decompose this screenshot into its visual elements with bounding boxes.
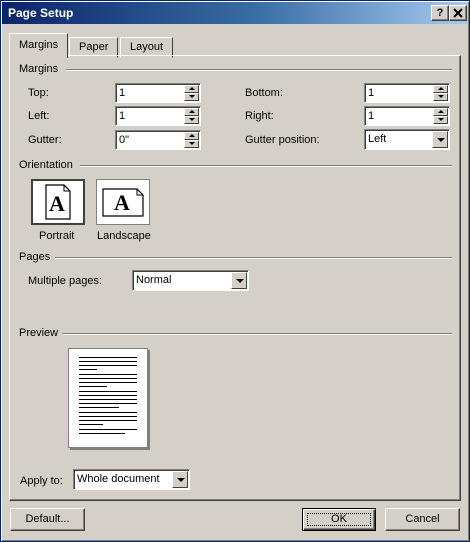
left-margin-value: 1 bbox=[119, 110, 126, 122]
preview-text-line bbox=[79, 407, 119, 408]
preview-text-line bbox=[79, 429, 137, 430]
preview-text-line bbox=[79, 433, 125, 434]
portrait-glyph: A bbox=[49, 191, 65, 216]
dialog-title: Page Setup bbox=[8, 6, 74, 20]
default-button[interactable]: Default... bbox=[10, 508, 85, 531]
pages-group-label: Pages bbox=[19, 251, 51, 263]
tab-margins[interactable]: Margins bbox=[9, 33, 69, 58]
multiple-pages-select[interactable]: Normal bbox=[132, 270, 249, 291]
spin-up-icon[interactable] bbox=[184, 108, 199, 116]
gutter-spinner[interactable]: 0" bbox=[115, 130, 201, 150]
margins-group-divider bbox=[66, 69, 452, 71]
close-button[interactable] bbox=[449, 5, 467, 21]
pages-group-divider bbox=[55, 257, 452, 259]
preview-group-label: Preview bbox=[19, 327, 59, 339]
top-margin-value: 1 bbox=[119, 87, 126, 99]
right-margin-spinner[interactable]: 1 bbox=[364, 106, 450, 126]
chevron-down-icon[interactable] bbox=[432, 131, 448, 148]
preview-text-line bbox=[79, 391, 137, 392]
multiple-pages-label: Multiple pages: bbox=[28, 275, 102, 287]
help-button[interactable]: ? bbox=[431, 5, 449, 21]
preview-text-line bbox=[79, 420, 137, 421]
preview-group-divider bbox=[62, 333, 452, 335]
preview-text-line bbox=[79, 412, 137, 413]
cancel-button[interactable]: Cancel bbox=[385, 508, 460, 531]
margins-group-label: Margins bbox=[19, 63, 59, 75]
top-margin-spinner[interactable]: 1 bbox=[115, 83, 201, 103]
preview-text-line bbox=[79, 382, 137, 383]
chevron-down-icon[interactable] bbox=[231, 272, 247, 289]
top-label: Top: bbox=[28, 87, 49, 99]
bottom-label: Bottom: bbox=[245, 87, 283, 99]
spin-up-icon[interactable] bbox=[433, 85, 448, 93]
preview-text-line bbox=[79, 424, 103, 425]
page-setup-dialog: Page Setup ? Margins Paper Layout Margin… bbox=[0, 0, 470, 542]
portrait-label: Portrait bbox=[39, 230, 75, 242]
preview-text-line bbox=[79, 403, 137, 404]
bottom-margin-value: 1 bbox=[368, 87, 375, 99]
preview-text-line bbox=[79, 365, 137, 366]
spin-up-icon[interactable] bbox=[184, 85, 199, 93]
tab-margins-label: Margins bbox=[19, 39, 59, 51]
spin-down-icon[interactable] bbox=[433, 116, 448, 124]
preview-text-line bbox=[79, 386, 107, 387]
preview-text-line bbox=[79, 395, 137, 396]
preview-text-line bbox=[79, 399, 137, 400]
tab-layout-label: Layout bbox=[130, 41, 164, 53]
gutter-position-value: Left bbox=[368, 133, 387, 145]
close-icon bbox=[453, 8, 463, 18]
spin-up-icon[interactable] bbox=[184, 132, 199, 140]
apply-to-label: Apply to: bbox=[20, 475, 63, 487]
multiple-pages-value: Normal bbox=[136, 274, 172, 286]
gutter-position-select[interactable]: Left bbox=[364, 129, 450, 150]
chevron-down-icon[interactable] bbox=[172, 471, 188, 488]
preview-text-line bbox=[79, 378, 137, 379]
tab-paper-label: Paper bbox=[79, 41, 109, 53]
bottom-margin-spinner[interactable]: 1 bbox=[364, 83, 450, 103]
preview-text-line bbox=[79, 416, 137, 417]
left-margin-spinner[interactable]: 1 bbox=[115, 106, 201, 126]
margins-tab-panel: Margins Top: 1 Bottom: 1 Left: 1 Right: … bbox=[9, 55, 461, 501]
preview-page bbox=[68, 348, 148, 448]
gutter-position-label: Gutter position: bbox=[245, 134, 320, 146]
spin-down-icon[interactable] bbox=[184, 116, 199, 124]
preview-text-line bbox=[79, 369, 97, 370]
spin-down-icon[interactable] bbox=[184, 140, 199, 148]
right-margin-value: 1 bbox=[368, 110, 375, 122]
gutter-label: Gutter: bbox=[28, 134, 62, 146]
ok-button[interactable]: OK bbox=[302, 508, 376, 531]
left-label: Left: bbox=[28, 110, 50, 122]
spin-down-icon[interactable] bbox=[184, 93, 199, 101]
orientation-group-label: Orientation bbox=[19, 159, 73, 171]
preview-text-line bbox=[79, 374, 137, 375]
landscape-label: Landscape bbox=[97, 230, 151, 242]
focus-rectangle bbox=[307, 513, 371, 526]
portrait-button[interactable]: A bbox=[31, 179, 85, 225]
gutter-value: 0" bbox=[119, 134, 130, 146]
spin-down-icon[interactable] bbox=[433, 93, 448, 101]
tab-strip: Margins Paper Layout bbox=[9, 33, 459, 58]
preview-text-line bbox=[79, 357, 137, 358]
preview-text-line bbox=[79, 361, 137, 362]
spin-up-icon[interactable] bbox=[433, 108, 448, 116]
landscape-glyph: A bbox=[114, 190, 130, 215]
apply-to-value: Whole document bbox=[77, 473, 160, 485]
title-bar[interactable]: Page Setup ? bbox=[2, 2, 468, 24]
right-label: Right: bbox=[245, 110, 274, 122]
apply-to-select[interactable]: Whole document bbox=[73, 469, 190, 490]
landscape-button[interactable]: A bbox=[96, 179, 150, 225]
orientation-group-divider bbox=[80, 165, 452, 167]
